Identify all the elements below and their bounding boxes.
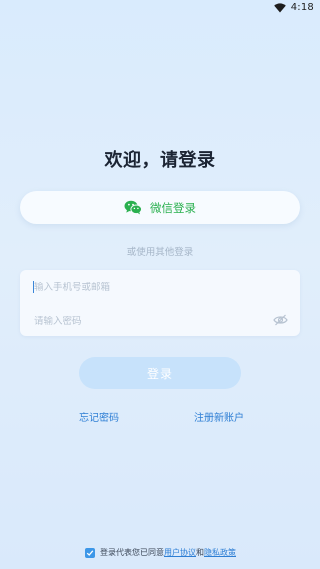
agreement-checkbox[interactable] bbox=[85, 547, 95, 558]
wechat-icon bbox=[124, 200, 142, 215]
login-button[interactable]: 登录 bbox=[79, 357, 241, 389]
checkmark-icon bbox=[86, 549, 94, 556]
phone-email-input[interactable] bbox=[34, 281, 288, 293]
text-caret bbox=[33, 281, 34, 293]
agreement-row: 登录代表您已同意用户协议和隐私政策 bbox=[85, 547, 236, 558]
agreement-prefix: 登录代表您已同意 bbox=[100, 548, 164, 557]
agreement-conjunction: 和 bbox=[196, 548, 204, 557]
phone-field-row bbox=[33, 277, 288, 297]
eye-off-icon[interactable] bbox=[273, 314, 288, 326]
privacy-policy-link[interactable]: 隐私政策 bbox=[204, 548, 236, 557]
login-form bbox=[20, 270, 300, 336]
page-title: 欢迎，请登录 bbox=[104, 150, 216, 171]
status-icons: 4:18 bbox=[273, 2, 314, 13]
wechat-login-button[interactable]: 微信登录 bbox=[20, 191, 300, 224]
wifi-icon bbox=[273, 2, 286, 13]
password-input[interactable] bbox=[34, 315, 288, 327]
user-agreement-link[interactable]: 用户协议 bbox=[164, 548, 196, 557]
status-bar: 4:18 bbox=[0, 0, 320, 16]
register-link[interactable]: 注册新账户 bbox=[194, 409, 244, 424]
forgot-password-link[interactable]: 忘记密码 bbox=[79, 409, 119, 424]
wechat-login-label: 微信登录 bbox=[150, 200, 196, 215]
password-field-row bbox=[34, 311, 288, 331]
status-time: 4:18 bbox=[290, 2, 314, 13]
other-login-hint: 或使用其他登录 bbox=[126, 247, 194, 258]
